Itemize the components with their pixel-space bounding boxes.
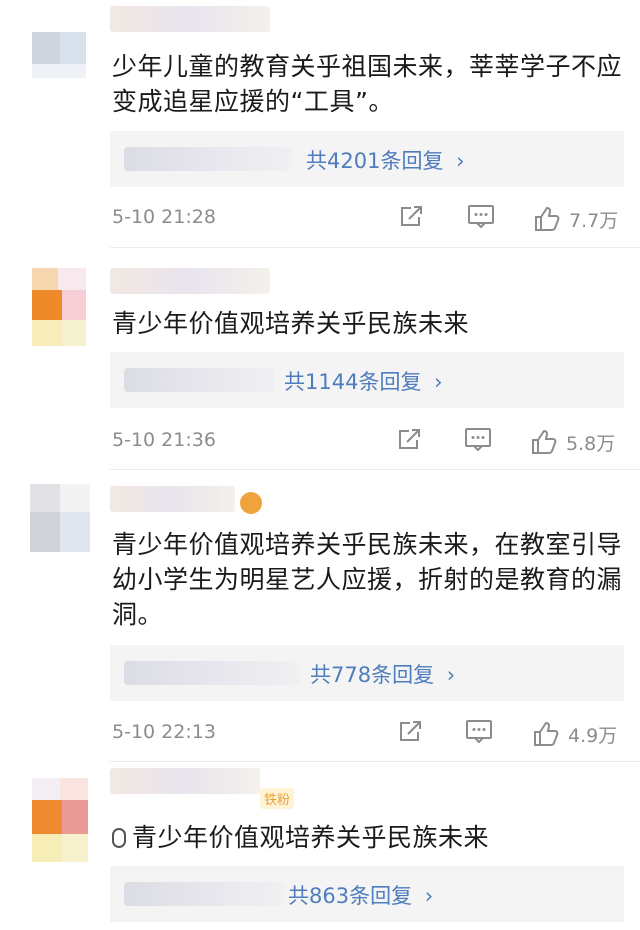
reply-count: 共863条回复 (288, 884, 413, 908)
avatar[interactable] (32, 778, 88, 862)
fan-badge: 铁粉 (260, 788, 295, 809)
reply-preview[interactable]: 共778条回复 › (110, 645, 624, 701)
timestamp: 5-10 21:36 (112, 429, 216, 451)
timestamp: 5-10 21:28 (112, 206, 216, 228)
reply-preview-blur (124, 368, 274, 392)
comment-text: 少年儿童的教育关乎祖国未来，莘莘学子不应变成追星应援的“工具”。 (112, 52, 623, 116)
view-replies-link[interactable]: 共1144条回复 › (284, 366, 443, 396)
avatar[interactable] (30, 484, 90, 564)
comment-item: 铁粉 青少年价值观培养关乎民族未来 共863条回复 › (0, 762, 640, 930)
comment-text: 青少年价值观培养关乎民族未来 (112, 820, 622, 855)
reply-count: 共4201条回复 (306, 149, 444, 173)
username[interactable] (110, 6, 270, 32)
chevron-right-icon: › (456, 149, 465, 173)
fan-badge-icon (240, 492, 262, 514)
reply-preview-blur (124, 882, 284, 906)
repost-icon[interactable] (398, 718, 424, 744)
timestamp: 5-10 22:13 (112, 721, 216, 743)
like-count: 7.7万 (569, 209, 619, 232)
comment-item: 青少年价值观培养关乎民族未来，在教室引导幼小学生为明星艺人应援，折射的是教育的漏… (0, 470, 640, 762)
comment-item: 少年儿童的教育关乎祖国未来，莘莘学子不应变成追星应援的“工具”。 共4201条回… (0, 0, 640, 248)
comment-item: 青少年价值观培养关乎民族未来 共1144条回复 › 5-10 21:36 5.8… (0, 248, 640, 470)
reply-preview[interactable]: 共863条回复 › (110, 866, 624, 922)
microphone-icon (112, 828, 126, 848)
comment-meta: 5-10 21:36 5.8万 (112, 426, 626, 456)
comment-icon[interactable] (467, 203, 495, 229)
thumbs-up-icon (534, 721, 559, 746)
like-button[interactable]: 7.7万 (533, 205, 618, 233)
reply-count: 共1144条回复 (284, 370, 422, 394)
like-button[interactable]: 5.8万 (530, 428, 615, 456)
view-replies-link[interactable]: 共863条回复 › (288, 880, 433, 910)
like-count: 4.9万 (568, 724, 618, 747)
reply-preview[interactable]: 共4201条回复 › (110, 131, 624, 187)
comment-text: 青少年价值观培养关乎民族未来，在教室引导幼小学生为明星艺人应援，折射的是教育的漏… (112, 530, 623, 629)
avatar[interactable] (32, 268, 88, 348)
comment-text: 青少年价值观培养关乎民族未来 (112, 309, 470, 338)
chevron-right-icon: › (446, 663, 456, 687)
comment-icon[interactable] (464, 426, 492, 452)
view-replies-link[interactable]: 共4201条回复 › (306, 145, 465, 175)
comment-meta: 5-10 22:13 4.9万 (112, 718, 626, 748)
comment-text-content: 青少年价值观培养关乎民族未来 (132, 823, 490, 852)
username[interactable] (110, 486, 235, 512)
thumbs-up-icon (532, 429, 557, 454)
chevron-right-icon: › (434, 370, 443, 394)
reply-preview-blur (124, 147, 292, 171)
reply-preview[interactable]: 共1144条回复 › (110, 352, 624, 408)
like-button[interactable]: 4.9万 (532, 720, 617, 748)
view-replies-link[interactable]: 共778条回复 › (310, 659, 455, 689)
repost-icon[interactable] (397, 426, 423, 452)
thumbs-up-icon (535, 206, 560, 231)
like-count: 5.8万 (566, 432, 616, 455)
comment-meta: 5-10 21:28 7.7万 (112, 203, 626, 233)
comment-icon[interactable] (465, 718, 493, 744)
username[interactable] (110, 768, 260, 794)
reply-count: 共778条回复 (310, 663, 435, 687)
repost-icon[interactable] (399, 203, 425, 229)
username[interactable] (110, 268, 270, 294)
avatar[interactable] (32, 20, 88, 100)
reply-preview-blur (124, 661, 300, 685)
chevron-right-icon: › (424, 884, 434, 908)
